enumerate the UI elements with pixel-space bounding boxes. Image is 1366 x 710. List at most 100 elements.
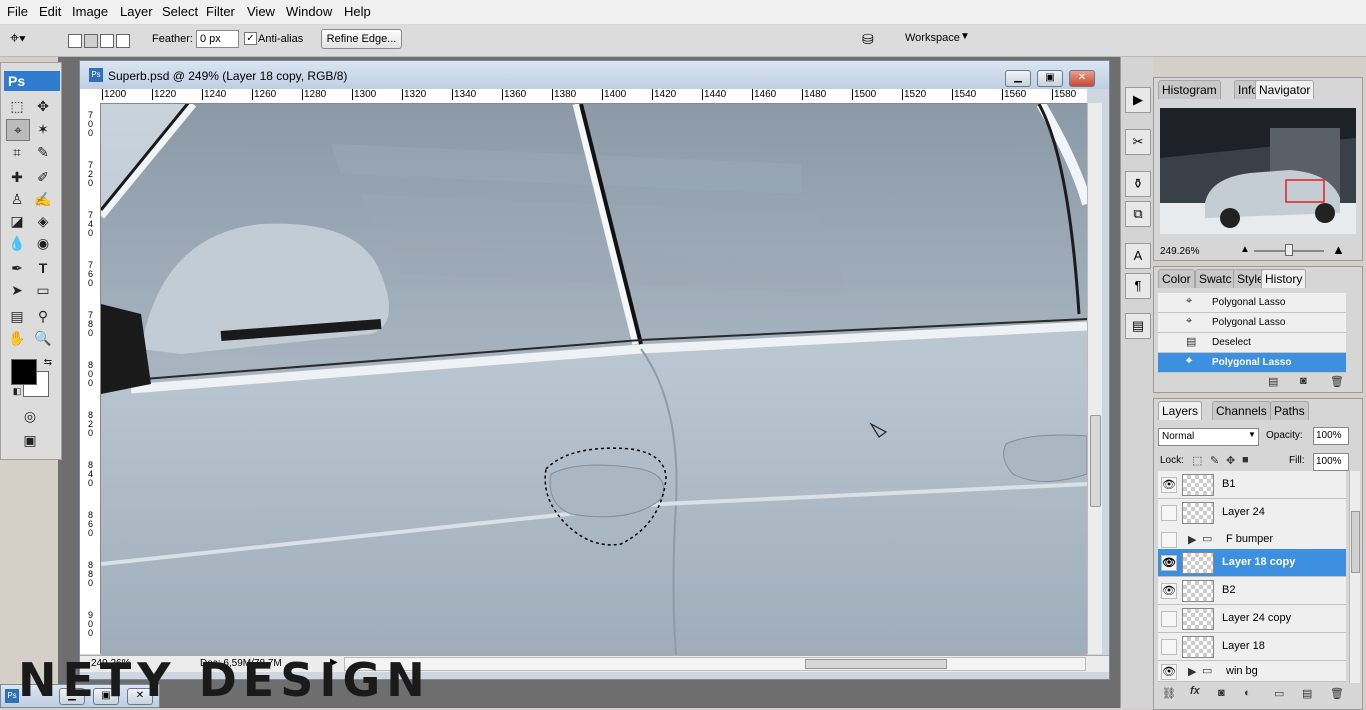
link-layers-icon[interactable]: ⛓ [1162, 687, 1176, 700]
new-selection-mode[interactable] [68, 34, 82, 48]
opacity-input[interactable]: 100% [1313, 427, 1349, 445]
move-icon[interactable]: ✥ [32, 96, 54, 116]
menu-window[interactable]: Window [286, 4, 332, 19]
new-document-icon[interactable]: ▤ [1268, 375, 1278, 388]
layer-row-selected[interactable]: 👁 Layer 18 copy [1158, 549, 1346, 577]
history-item[interactable]: ⌖ Polygonal Lasso [1158, 293, 1346, 313]
lock-transparency-icon[interactable]: ⬚ [1192, 454, 1202, 467]
expand-arrow-icon[interactable]: ▶ [1188, 533, 1196, 546]
lasso-icon[interactable]: ⌖ [6, 119, 30, 141]
adjustment-layer-icon[interactable]: ◐ [1244, 687, 1251, 699]
tool-presets-icon[interactable]: ✂ [1125, 129, 1151, 155]
canvas[interactable] [101, 104, 1087, 655]
menu-layer[interactable]: Layer [120, 4, 153, 19]
type-icon[interactable]: T [32, 258, 54, 278]
snapshot-icon[interactable]: ◙ [1300, 375, 1307, 387]
add-mask-icon[interactable]: ◙ [1218, 687, 1225, 699]
tab-color[interactable]: Color [1158, 269, 1195, 288]
layer-style-icon[interactable]: fx [1190, 685, 1200, 697]
restore-button[interactable]: ▣ [1037, 70, 1063, 87]
intersect-selection-mode[interactable] [116, 34, 130, 48]
tab-navigator[interactable]: Navigator [1255, 80, 1315, 99]
eraser-icon[interactable]: ◪ [6, 211, 28, 231]
shape-icon[interactable]: ▭ [32, 280, 54, 300]
new-group-icon[interactable]: ▭ [1274, 687, 1284, 700]
tab-histogram[interactable]: Histogram [1158, 80, 1221, 99]
visibility-toggle[interactable] [1161, 611, 1177, 627]
layer-comps-icon[interactable]: ▤ [1125, 313, 1151, 339]
eyedropper-icon[interactable]: ⚲ [32, 306, 54, 326]
history-item[interactable]: ▤ Deselect [1158, 333, 1346, 353]
layers-scroll-thumb[interactable] [1351, 511, 1360, 573]
quick-mask-icon[interactable]: ◎ [19, 406, 41, 426]
layer-row[interactable]: Layer 24 copy [1158, 605, 1346, 633]
menu-file[interactable]: File [7, 4, 28, 19]
horizontal-scroll-thumb[interactable] [805, 659, 947, 669]
zoom-icon[interactable]: 🔍 [32, 328, 54, 348]
marquee-icon[interactable]: ⬚ [6, 96, 28, 116]
tab-channels[interactable]: Channels [1212, 401, 1271, 420]
crop-icon[interactable]: ⌗ [6, 142, 28, 162]
clone-source-icon[interactable]: ⧉ [1125, 201, 1151, 227]
eye-icon[interactable]: 👁 [1161, 664, 1177, 680]
antialias-checkbox[interactable]: ✓ [244, 32, 257, 45]
tab-history[interactable]: History [1261, 269, 1307, 288]
menu-filter[interactable]: Filter [206, 4, 235, 19]
delete-layer-icon[interactable]: 🗑 [1330, 687, 1344, 700]
paragraph-icon[interactable]: ¶ [1125, 273, 1151, 299]
fill-input[interactable]: 100% [1313, 453, 1349, 471]
healing-icon[interactable]: ✚ [6, 167, 28, 187]
navigator-thumbnail[interactable] [1160, 108, 1356, 234]
blur-icon[interactable]: 💧 [6, 233, 28, 253]
layer-row[interactable]: Layer 24 [1158, 499, 1346, 527]
visibility-toggle[interactable] [1161, 639, 1177, 655]
ruler-origin[interactable] [80, 89, 101, 104]
close-button[interactable]: ✕ [1069, 70, 1095, 87]
slice-icon[interactable]: ✎ [32, 142, 54, 162]
vertical-scroll-thumb[interactable] [1090, 415, 1101, 507]
menu-help[interactable]: Help [344, 4, 371, 19]
history-item-current[interactable]: ⌖ Polygonal Lasso [1158, 353, 1346, 373]
layers-scrollbar[interactable] [1349, 471, 1360, 683]
menu-image[interactable]: Image [72, 4, 108, 19]
menu-view[interactable]: View [247, 4, 275, 19]
screen-mode-icon[interactable]: ▣ [19, 430, 41, 450]
hand-icon[interactable]: ✋ [6, 328, 28, 348]
feather-input[interactable]: 0 px [196, 30, 239, 48]
lock-all-icon[interactable]: ■ [1242, 454, 1249, 466]
actions-icon[interactable]: ▶ [1125, 87, 1151, 113]
workspace-menu[interactable]: Workspace [905, 32, 960, 44]
lock-position-icon[interactable]: ✥ [1226, 454, 1235, 467]
brush-icon[interactable]: ✐ [32, 167, 54, 187]
trash-icon[interactable]: 🗑 [1330, 375, 1344, 388]
menu-select[interactable]: Select [162, 4, 198, 19]
minimize-button[interactable]: ▁ [1005, 70, 1031, 87]
brushes-icon[interactable]: ⚱ [1125, 171, 1151, 197]
lock-pixels-icon[interactable]: ✎ [1210, 454, 1219, 467]
path-select-icon[interactable]: ➤ [6, 280, 28, 300]
menu-edit[interactable]: Edit [39, 4, 61, 19]
default-colors-icon[interactable]: ◧ [6, 381, 28, 401]
refine-edge-button[interactable]: Refine Edge... [321, 29, 402, 49]
navigator-zoom[interactable]: 249.26% [1160, 246, 1199, 257]
character-icon[interactable]: A [1125, 243, 1151, 269]
eye-icon[interactable]: 👁 [1161, 583, 1177, 599]
history-item[interactable]: ⌖ Polygonal Lasso [1158, 313, 1346, 333]
layer-group-row[interactable]: 👁 ▶ ▭ win bg [1158, 661, 1346, 682]
visibility-toggle[interactable] [1161, 505, 1177, 521]
blend-mode-select[interactable]: Normal [1158, 428, 1259, 446]
visibility-toggle[interactable] [1161, 532, 1177, 548]
chevron-down-icon[interactable]: ▼ [1248, 430, 1256, 439]
magic-wand-icon[interactable]: ✶ [32, 119, 54, 139]
new-layer-icon[interactable]: ▤ [1302, 687, 1312, 700]
tab-layers[interactable]: Layers [1158, 401, 1203, 420]
chevron-down-icon[interactable]: ▼ [960, 31, 970, 42]
layer-row[interactable]: 👁 B1 [1158, 471, 1346, 499]
pen-icon[interactable]: ✒ [6, 258, 28, 278]
horizontal-scrollbar[interactable] [344, 657, 1086, 671]
add-selection-mode[interactable] [84, 34, 98, 48]
zoom-slider-handle[interactable] [1285, 244, 1293, 256]
bridge-icon[interactable]: ⛁ [862, 31, 874, 48]
clone-stamp-icon[interactable]: ♙ [6, 189, 28, 209]
document-title-bar[interactable]: Ps Superb.psd @ 249% (Layer 18 copy, RGB… [80, 61, 1109, 89]
